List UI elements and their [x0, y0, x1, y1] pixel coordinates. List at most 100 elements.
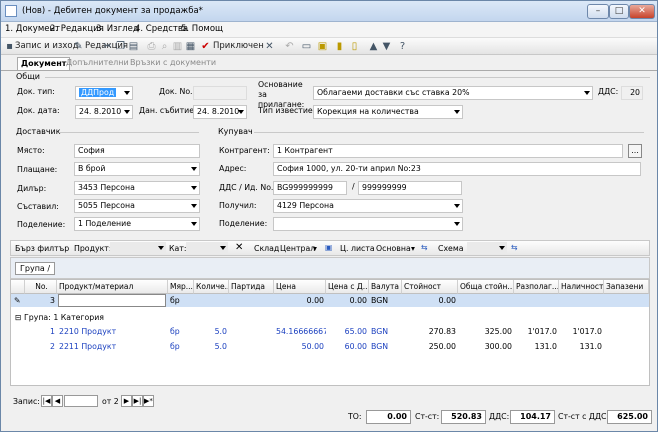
doc-icon[interactable]: ▦ — [185, 41, 196, 52]
group-row[interactable]: ⊟ Група: 1 Категория — [13, 311, 313, 324]
chevron-down-icon — [238, 110, 244, 114]
delete-icon[interactable]: ✕ — [264, 41, 275, 52]
notice-type-select[interactable]: Корекция на количества — [313, 105, 463, 119]
schema-select[interactable] — [467, 242, 507, 254]
row-product: 2210 Продукт — [59, 327, 117, 336]
new-item-row[interactable]: ✎ 3 бр 0.00 0.00 BGN 0.00 — [11, 294, 649, 307]
price-list-icon[interactable]: ⇆ — [421, 243, 428, 252]
product-filter-label: Продукт: — [74, 244, 112, 253]
doc-date-field[interactable]: 24. 8.2010 — [75, 105, 133, 119]
col-header-stock[interactable]: Наличност — [559, 280, 604, 294]
doc-no-field[interactable] — [193, 86, 247, 100]
attach-icon[interactable]: ▯ — [349, 41, 360, 52]
open-icon[interactable]: ▭ — [301, 41, 312, 52]
buyer-division-select[interactable] — [273, 217, 463, 231]
dealer-select[interactable]: 3453 Персона — [74, 181, 200, 195]
app-icon — [5, 5, 17, 17]
chevron-down-icon — [499, 246, 505, 250]
group-row-label: Група: 1 Категория — [24, 313, 104, 322]
minimize-button[interactable]: – — [587, 4, 609, 19]
group-tag[interactable]: Група / — [15, 262, 56, 275]
new-row-price-vat: 0.00 — [349, 296, 367, 305]
apply-button[interactable]: Приключен — [213, 40, 264, 53]
col-header-batch[interactable]: Партида — [229, 280, 274, 294]
store-value[interactable]: Централ — [280, 244, 315, 253]
table-row[interactable]: 2 2211 Продукт бр 5.0 50.00 60.00 BGN 25… — [11, 340, 649, 354]
paste-icon[interactable]: ▤ — [128, 41, 139, 52]
general-section-title: Общи — [16, 72, 40, 81]
chevron-down-icon: ▾ — [313, 244, 317, 253]
col-header-currency[interactable]: Валута — [369, 280, 402, 294]
new-row-product-input[interactable] — [58, 294, 166, 307]
folder-icon[interactable]: ▣ — [317, 41, 328, 52]
export-icon[interactable]: ▥ — [172, 41, 183, 52]
supplier-division-select[interactable]: 1 Поделение — [74, 217, 200, 231]
col-header-qty[interactable]: Количе... — [194, 280, 229, 294]
col-header-no[interactable]: No. — [25, 280, 57, 294]
new-row-unit: бр — [170, 296, 180, 305]
address-field[interactable]: София 1000, ул. 20-ти април No:23 — [273, 162, 641, 176]
contragent-browse-button[interactable]: … — [628, 144, 642, 158]
col-header-value[interactable]: Стойност — [402, 280, 458, 294]
table-row[interactable]: 1 2210 Продукт бр 5.0 54.16666667 65.00 … — [11, 325, 649, 339]
vat-number-field[interactable]: BG999999999 — [273, 181, 347, 195]
tab-links[interactable]: Връзки с документи — [127, 57, 219, 70]
receiver-select[interactable]: 4129 Персона — [273, 199, 463, 213]
supplier-division-label: Поделение: — [17, 220, 66, 229]
schema-icon[interactable]: ⇆ — [511, 243, 518, 252]
col-header-available[interactable]: Разполаг... — [514, 280, 559, 294]
author-select[interactable]: 5055 Персона — [74, 199, 200, 213]
event-date-field[interactable]: 24. 8.2010 — [193, 105, 247, 119]
record-count: от 2 — [102, 397, 119, 406]
close-button[interactable]: ✕ — [629, 4, 655, 19]
vat-total-value: 104.17 — [510, 410, 555, 424]
menu-view[interactable]: 3. Изглед — [96, 24, 139, 34]
record-number-input[interactable] — [64, 395, 98, 407]
reason-select[interactable]: Облагаеми доставки със ставка 20% — [313, 86, 593, 100]
col-header-price-vat[interactable]: Цена с Д... — [326, 280, 369, 294]
first-record-button[interactable]: |◀ — [41, 395, 52, 407]
clear-filter-icon[interactable]: ✕ — [235, 242, 243, 253]
maximize-button[interactable]: □ — [609, 4, 629, 19]
print-icon[interactable]: ⎙ — [146, 41, 157, 52]
col-header-total[interactable]: Обща стойн... — [458, 280, 514, 294]
down-icon[interactable]: ▼ — [381, 41, 392, 52]
col-header-price[interactable]: Цена — [274, 280, 326, 294]
supplier-section-title: Доставчик — [16, 127, 61, 136]
save-close-button[interactable]: Запис и изход — [15, 40, 79, 53]
col-header-reserved[interactable]: Запазени — [604, 280, 649, 294]
id-number-field[interactable]: 999999999 — [358, 181, 462, 195]
row-currency: BGN — [371, 342, 389, 351]
row-stock: 1'017.0 — [572, 327, 602, 336]
last-record-button[interactable]: ▶| — [132, 395, 143, 407]
price-list-value[interactable]: Основна — [376, 244, 411, 253]
col-header-product[interactable]: Продукт/материал — [57, 280, 168, 294]
cut-icon[interactable]: ✂ — [102, 41, 113, 52]
record-label: Запис: — [13, 397, 40, 406]
up-icon[interactable]: ▲ — [368, 41, 379, 52]
undo-icon[interactable]: ↶ — [284, 41, 295, 52]
preview-icon[interactable]: ⌕ — [159, 41, 170, 52]
help-icon[interactable]: ? — [397, 41, 408, 52]
tab-strip: Документ Допълнителни Връзки с документи — [1, 56, 657, 71]
collapse-icon[interactable]: ⊟ — [15, 313, 24, 322]
tab-additional[interactable]: Допълнителни — [63, 57, 132, 70]
col-header-unit[interactable]: Мяр... — [168, 280, 194, 294]
place-field[interactable]: София — [74, 144, 200, 158]
contragent-field[interactable]: 1 Контрагент — [273, 144, 623, 158]
lock-icon[interactable]: ▮ — [334, 41, 345, 52]
category-filter-label: Кат: — [169, 244, 187, 253]
edit-icon: ✎ — [74, 41, 83, 52]
new-record-button[interactable]: ▶* — [143, 395, 154, 407]
payment-select[interactable]: В брой — [74, 162, 200, 176]
prev-record-button[interactable]: ◀ — [52, 395, 63, 407]
chevron-down-icon — [454, 222, 460, 226]
store-icon[interactable]: ▣ — [325, 243, 332, 252]
next-record-button[interactable]: ▶ — [121, 395, 132, 407]
menu-help[interactable]: 5. Помощ — [181, 24, 223, 34]
copy-icon[interactable]: ❐ — [115, 41, 126, 52]
product-filter-select[interactable] — [110, 242, 166, 254]
items-grid: No. Продукт/материал Мяр... Количе... Па… — [10, 279, 650, 386]
doc-type-select[interactable]: ДДПрод — [75, 86, 133, 100]
category-filter-select[interactable] — [186, 242, 228, 254]
